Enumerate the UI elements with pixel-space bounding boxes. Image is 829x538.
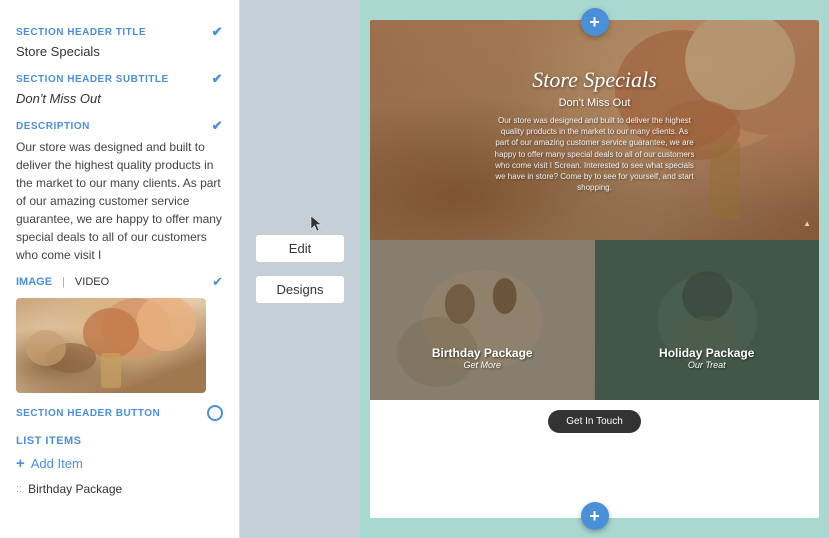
- hero-section: Store Specials Don't Miss Out Our store …: [370, 20, 819, 240]
- image-video-tab-row: IMAGE | VIDEO ✔: [16, 274, 223, 290]
- add-item-plus-icon: +: [16, 455, 25, 472]
- cta-section: Get In Touch: [370, 400, 819, 443]
- product-card-2-title: Holiday Package: [659, 346, 754, 360]
- image-tab-check-icon: ✔: [212, 274, 223, 290]
- tab-separator: |: [62, 276, 65, 288]
- product-card-2[interactable]: Holiday Package Our Treat: [595, 240, 820, 400]
- hero-subtitle: Don't Miss Out: [495, 97, 695, 109]
- products-grid: Birthday Package Get More Holiday: [370, 240, 819, 400]
- product-card-2-text: Holiday Package Our Treat: [659, 346, 754, 370]
- product-card-1-title: Birthday Package: [432, 346, 533, 360]
- image-preview-svg: [16, 298, 206, 393]
- description-value[interactable]: Our store was designed and built to deli…: [16, 138, 223, 264]
- section-header-subtitle-label: SECTION HEADER SUBTITLE ✔: [16, 71, 223, 87]
- description-label: DESCRIPTION ✔: [16, 118, 223, 134]
- middle-panel: Edit Designs: [240, 0, 360, 538]
- section-header-button-label: SECTION HEADER BUTTON: [16, 405, 223, 421]
- description-check-icon: ✔: [212, 118, 223, 134]
- edit-button[interactable]: Edit: [255, 234, 345, 263]
- product-card-1-text: Birthday Package Get More: [432, 346, 533, 370]
- add-section-bottom-button[interactable]: +: [581, 502, 609, 530]
- hero-text-block: Store Specials Don't Miss Out Our store …: [495, 67, 695, 193]
- section-header-title-value[interactable]: Store Specials: [16, 44, 223, 59]
- product-card-1-overlay: [370, 240, 595, 400]
- add-section-top-button[interactable]: +: [581, 8, 609, 36]
- watermark: ▲: [803, 219, 811, 228]
- section-title-check-icon: ✔: [212, 24, 223, 40]
- drag-handle-icon: ::: [16, 483, 22, 495]
- product-card-1-subtitle: Get More: [432, 360, 533, 370]
- section-header-subtitle-value[interactable]: Don't Miss Out: [16, 91, 223, 106]
- product-card-2-subtitle: Our Treat: [659, 360, 754, 370]
- section-subtitle-check-icon: ✔: [212, 71, 223, 87]
- left-panel: SECTION HEADER TITLE ✔ Store Specials SE…: [0, 0, 240, 538]
- section-header-button-radio[interactable]: [207, 405, 223, 421]
- video-tab[interactable]: VIDEO: [75, 276, 109, 288]
- product-card-2-overlay: [595, 240, 820, 400]
- cta-button[interactable]: Get In Touch: [548, 410, 641, 433]
- image-tab[interactable]: IMAGE: [16, 276, 52, 288]
- section-header-title-label: SECTION HEADER TITLE ✔: [16, 24, 223, 40]
- list-items-header: LIST ITEMS: [16, 435, 223, 447]
- hero-description: Our store was designed and built to deli…: [495, 115, 695, 193]
- list-item[interactable]: :: Birthday Package: [16, 480, 223, 498]
- product-card-1[interactable]: Birthday Package Get More: [370, 240, 595, 400]
- hero-title: Store Specials: [495, 67, 695, 93]
- preview-container: Store Specials Don't Miss Out Our store …: [370, 20, 819, 518]
- right-panel: + Store Specials Don't Miss Out Our stor…: [360, 0, 829, 538]
- add-item-button[interactable]: + Add Item: [16, 455, 83, 472]
- image-preview[interactable]: [16, 298, 206, 393]
- designs-button[interactable]: Designs: [255, 275, 345, 304]
